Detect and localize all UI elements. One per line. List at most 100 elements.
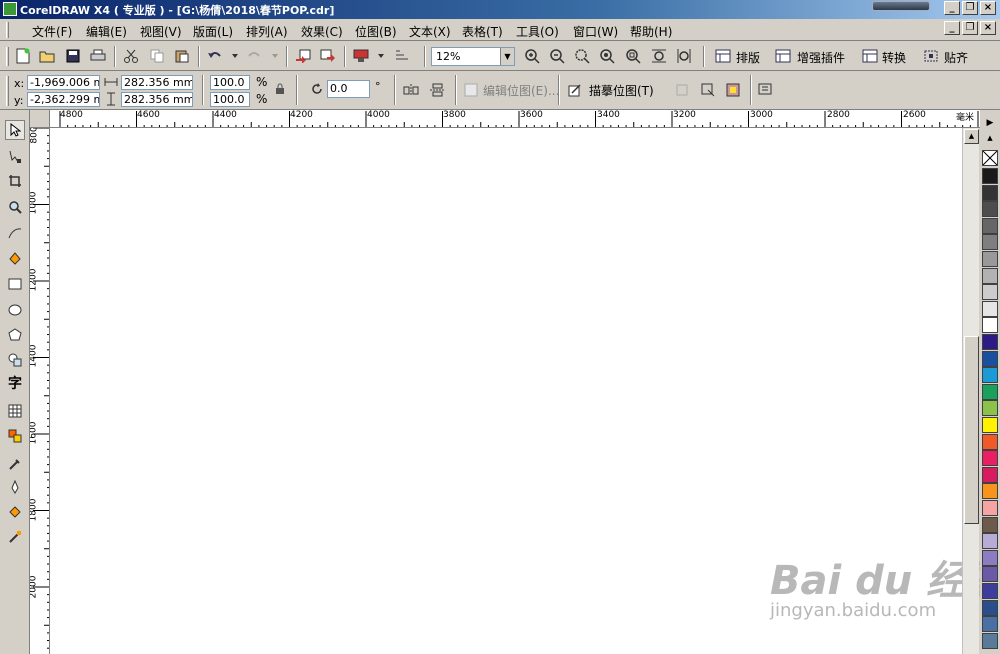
table-tool-icon[interactable] (5, 401, 25, 421)
ellipse-tool-icon[interactable] (5, 300, 25, 320)
menu-view[interactable]: 视图(V) (140, 23, 182, 40)
export-icon[interactable] (319, 48, 337, 64)
zoom-tool-icon[interactable] (5, 197, 25, 217)
palette-scroll-up-arrow-icon[interactable]: ▲ (982, 134, 998, 150)
edit-bitmap-button[interactable]: 编辑位图(E)... (483, 82, 559, 99)
trace-bitmap-button[interactable]: 描摹位图(T) (589, 82, 654, 99)
color-swatch[interactable] (982, 549, 998, 566)
redo-dropdown-icon[interactable] (266, 48, 284, 64)
zoom-out-icon[interactable] (548, 48, 566, 64)
color-swatch[interactable] (982, 168, 998, 184)
color-swatch[interactable] (982, 300, 998, 317)
snap-plugin-label[interactable]: 贴齐 (944, 49, 968, 66)
menu-tools[interactable]: 工具(O) (516, 23, 559, 40)
pick-tool-icon[interactable] (5, 120, 25, 140)
menu-layout[interactable]: 版面(L) (193, 23, 233, 40)
zoom-to-height-icon[interactable] (675, 48, 693, 64)
rotation-input[interactable]: 0.0 (327, 80, 370, 98)
cut-icon[interactable] (122, 48, 140, 64)
menu-help[interactable]: 帮助(H) (630, 23, 672, 40)
zoom-to-selected-icon[interactable] (573, 48, 591, 64)
color-swatch[interactable] (982, 616, 998, 633)
crop-tool-icon[interactable] (5, 171, 25, 191)
color-swatch[interactable] (982, 317, 998, 334)
application-launcher-icon[interactable] (352, 48, 370, 64)
scroll-thumb[interactable] (964, 336, 979, 524)
zoom-in-icon[interactable] (523, 48, 541, 64)
color-swatch[interactable] (982, 566, 998, 583)
color-swatch[interactable] (982, 234, 998, 251)
color-swatch[interactable] (982, 383, 998, 400)
color-swatch[interactable] (982, 400, 998, 417)
enhance-plugin-label[interactable]: 增强插件 (797, 49, 845, 66)
open-icon[interactable] (38, 48, 56, 64)
zoom-to-page-icon[interactable] (624, 48, 642, 64)
convert-plugin-icon[interactable] (861, 48, 879, 64)
scale-y-input[interactable]: 100.0 (210, 92, 250, 107)
eyedropper-tool-icon[interactable] (5, 454, 25, 474)
scale-x-input[interactable]: 100.0 (210, 75, 250, 90)
redo-icon[interactable] (245, 48, 263, 64)
menu-text[interactable]: 文本(X) (409, 23, 451, 40)
height-input[interactable]: 282.356 mm (121, 92, 193, 107)
zoom-to-all-objects-icon[interactable] (598, 48, 616, 64)
doc-minimize-button[interactable]: _ (944, 21, 960, 35)
color-swatch[interactable] (982, 533, 998, 550)
resample-bitmap-icon[interactable] (724, 82, 742, 98)
snap-plugin-icon[interactable] (922, 48, 940, 64)
color-swatch[interactable] (982, 466, 998, 483)
close-button[interactable]: × (980, 1, 996, 15)
crop-bitmap-icon[interactable] (673, 82, 691, 98)
no-fill-swatch[interactable] (982, 150, 998, 166)
outline-tool-icon[interactable] (5, 477, 25, 497)
paste-icon[interactable] (173, 48, 191, 64)
layout-plugin-label[interactable]: 排版 (736, 49, 760, 66)
new-document-icon[interactable] (14, 48, 32, 64)
vertical-ruler[interactable]: 800 1000 1200 1400 1600 1800 2000 (30, 128, 50, 654)
restore-button[interactable]: ❐ (962, 1, 978, 15)
color-swatch[interactable] (982, 599, 998, 616)
zoom-level-select[interactable]: 12% ▼ (431, 47, 515, 66)
wrap-text-icon[interactable] (757, 82, 775, 98)
color-swatch[interactable] (982, 632, 998, 649)
menu-table[interactable]: 表格(T) (462, 23, 503, 40)
text-tool-icon[interactable]: 字 (5, 373, 25, 393)
welcome-screen-icon[interactable] (393, 48, 411, 64)
copy-icon[interactable] (148, 48, 166, 64)
launcher-dropdown-icon[interactable] (372, 48, 390, 64)
y-position-input[interactable]: -2,362.299 mm (27, 92, 100, 107)
vertical-scrollbar[interactable]: ▲ (962, 128, 979, 654)
color-swatch[interactable] (982, 367, 998, 384)
color-swatch[interactable] (982, 267, 998, 284)
import-icon[interactable] (294, 48, 312, 64)
print-icon[interactable] (89, 48, 107, 64)
menu-file[interactable]: 文件(F) (32, 23, 72, 40)
color-swatch[interactable] (982, 184, 998, 201)
color-swatch[interactable] (982, 217, 998, 234)
shape-tool-icon[interactable] (5, 147, 25, 167)
undo-dropdown-icon[interactable] (226, 48, 244, 64)
color-swatch[interactable] (982, 417, 998, 433)
minimize-button[interactable]: _ (944, 1, 960, 15)
scroll-up-icon[interactable]: ▲ (964, 129, 979, 144)
color-swatch[interactable] (982, 583, 998, 599)
color-swatch[interactable] (982, 251, 998, 267)
interactive-fill-tool-icon[interactable] (5, 527, 25, 547)
zoom-to-width-icon[interactable] (650, 48, 668, 64)
palette-scroll-up-icon[interactable]: ▶ (982, 118, 998, 134)
x-position-input[interactable]: -1,969.006 mm (27, 75, 100, 90)
freehand-tool-icon[interactable] (5, 223, 25, 243)
rectangle-tool-icon[interactable] (5, 274, 25, 294)
polygon-tool-icon[interactable] (5, 325, 25, 345)
horizontal-ruler[interactable]: 4800 4600 4400 4200 4000 3800 3600 3400 … (50, 110, 980, 128)
interactive-blend-tool-icon[interactable] (5, 426, 25, 446)
mirror-vertical-icon[interactable] (428, 82, 446, 98)
color-swatch[interactable] (982, 516, 998, 533)
lock-ratio-icon[interactable] (273, 82, 287, 96)
color-swatch[interactable] (982, 284, 998, 301)
doc-restore-button[interactable]: ❐ (962, 21, 978, 35)
mirror-horizontal-icon[interactable] (402, 82, 420, 98)
doc-close-button[interactable]: × (980, 21, 996, 35)
color-swatch[interactable] (982, 201, 998, 218)
ruler-origin[interactable] (30, 110, 50, 128)
